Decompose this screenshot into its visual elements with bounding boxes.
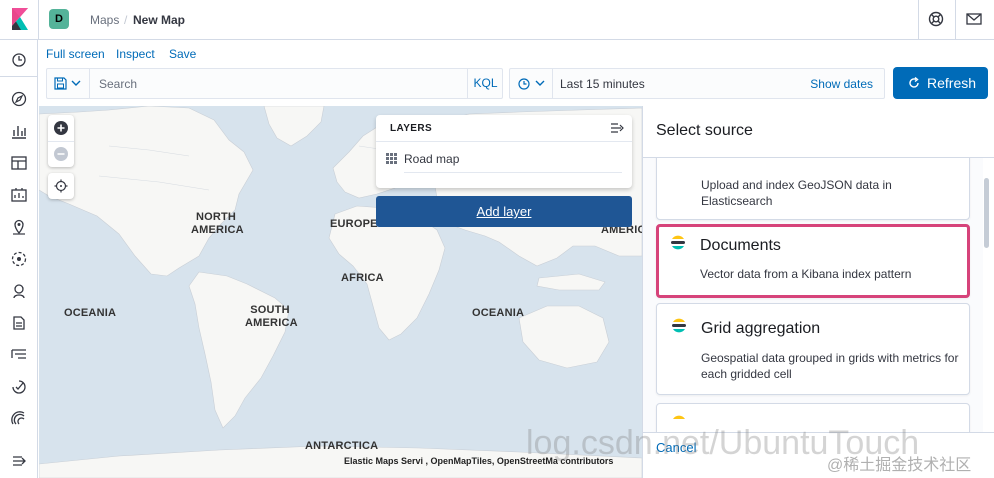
watermark-site: @稀土掘金技术社区 <box>827 457 972 474</box>
elasticsearch-logo-icon <box>671 235 685 250</box>
search-input[interactable] <box>91 69 467 98</box>
source-card-grid-aggregation[interactable]: Grid aggregation Geospatial data grouped… <box>656 303 970 395</box>
query-language-button[interactable]: KQL <box>467 69 503 98</box>
saved-query-button[interactable] <box>47 69 90 98</box>
panel-scrollbar[interactable] <box>984 178 989 248</box>
header-divider <box>955 0 956 40</box>
zoom-in-icon[interactable] <box>53 120 69 136</box>
elasticsearch-logo-icon <box>672 318 686 333</box>
australia-shape <box>518 305 610 369</box>
add-layer-button[interactable]: Add layer <box>376 196 632 227</box>
breadcrumb-maps[interactable]: Maps <box>90 13 119 27</box>
map-label-antarctica: ANTARCTICA <box>305 440 379 452</box>
south-america-shape <box>188 271 290 429</box>
greenland-shape <box>263 106 325 147</box>
save-disk-icon <box>54 77 67 90</box>
select-source-panel: Select source Upload and index GeoJSON d… <box>642 106 994 478</box>
visualize-icon[interactable] <box>10 122 28 140</box>
refresh-label: Refresh <box>927 75 977 91</box>
zoom-control <box>48 115 74 167</box>
time-picker: Last 15 minutes Show dates <box>509 68 885 99</box>
source-list[interactable]: Upload and index GeoJSON data in Elastic… <box>643 158 983 432</box>
layers-title: LAYERS <box>390 123 433 134</box>
breadcrumb-divider: / <box>124 13 128 27</box>
mail-icon[interactable] <box>965 10 983 28</box>
breadcrumb-current: New Map <box>133 13 186 27</box>
query-bar: KQL <box>46 68 503 99</box>
time-range-text[interactable]: Last 15 minutes <box>560 77 645 91</box>
full-screen-link[interactable]: Full screen <box>46 47 105 61</box>
logs-icon[interactable] <box>10 314 28 332</box>
side-nav <box>0 40 38 478</box>
uptime-icon[interactable] <box>10 378 28 396</box>
header-divider <box>38 0 39 40</box>
quick-select-button[interactable] <box>510 69 553 98</box>
map-label-africa: AFRICA <box>341 272 384 284</box>
calendar-clock-icon <box>518 78 530 90</box>
fit-to-data-button[interactable] <box>48 173 74 199</box>
collapse-nav-icon[interactable] <box>10 452 28 470</box>
top-header: D Maps / New Map <box>0 0 994 40</box>
apm-icon[interactable] <box>10 346 28 364</box>
panel-title: Select source <box>656 122 753 139</box>
show-dates-link[interactable]: Show dates <box>810 77 873 91</box>
card-description: Geospatial data grouped in grids with me… <box>701 351 959 381</box>
tile-grid-icon <box>386 153 397 164</box>
save-link[interactable]: Save <box>169 47 196 61</box>
kibana-logo-icon[interactable] <box>10 8 30 30</box>
card-description: Upload and index GeoJSON data in Elastic… <box>701 178 892 208</box>
refresh-icon <box>909 77 919 88</box>
nav-divider <box>0 76 38 77</box>
space-avatar[interactable]: D <box>49 9 69 29</box>
maps-pin-icon[interactable] <box>10 218 28 236</box>
canvas-icon[interactable] <box>10 186 28 204</box>
map-label-south-america: SOUTH AMERICA <box>245 304 298 329</box>
clock-icon[interactable] <box>10 51 28 69</box>
help-icon[interactable] <box>927 10 945 28</box>
refresh-button[interactable]: Refresh <box>893 67 988 99</box>
map-label-europe: EUROPE <box>330 218 378 230</box>
discover-compass-icon[interactable] <box>10 90 28 108</box>
crosshair-icon <box>54 179 68 193</box>
card-title: Documents <box>700 237 781 254</box>
layers-panel: LAYERS Road map <box>376 115 632 188</box>
card-title: Grid aggregation <box>701 320 821 337</box>
indonesia-shape <box>536 273 606 291</box>
layers-separator <box>376 141 632 142</box>
collapse-panel-icon[interactable] <box>610 122 624 134</box>
chevron-down-icon <box>535 80 545 86</box>
siem-icon[interactable] <box>10 410 28 428</box>
map-label-north-america: NORTH AMERICA <box>191 211 244 236</box>
layer-item-road-map[interactable]: Road map <box>404 152 459 166</box>
header-divider <box>918 0 919 40</box>
chevron-down-icon <box>71 80 81 86</box>
infrastructure-icon[interactable] <box>10 282 28 300</box>
map-label-oceania-east: OCEANIA <box>472 307 525 319</box>
card-description: Vector data from a Kibana index pattern <box>700 267 912 281</box>
ml-icon[interactable] <box>10 250 28 268</box>
zoom-out-icon[interactable] <box>53 146 69 162</box>
layer-row-divider <box>404 172 622 173</box>
source-card-upload-geojson[interactable]: Upload and index GeoJSON data in Elastic… <box>656 158 970 220</box>
source-card-documents[interactable]: Documents Vector data from a Kibana inde… <box>656 224 970 298</box>
inspect-link[interactable]: Inspect <box>116 47 155 61</box>
map-label-oceania-west: OCEANIA <box>64 307 117 319</box>
dashboard-icon[interactable] <box>10 154 28 172</box>
zoom-separator <box>48 141 74 142</box>
